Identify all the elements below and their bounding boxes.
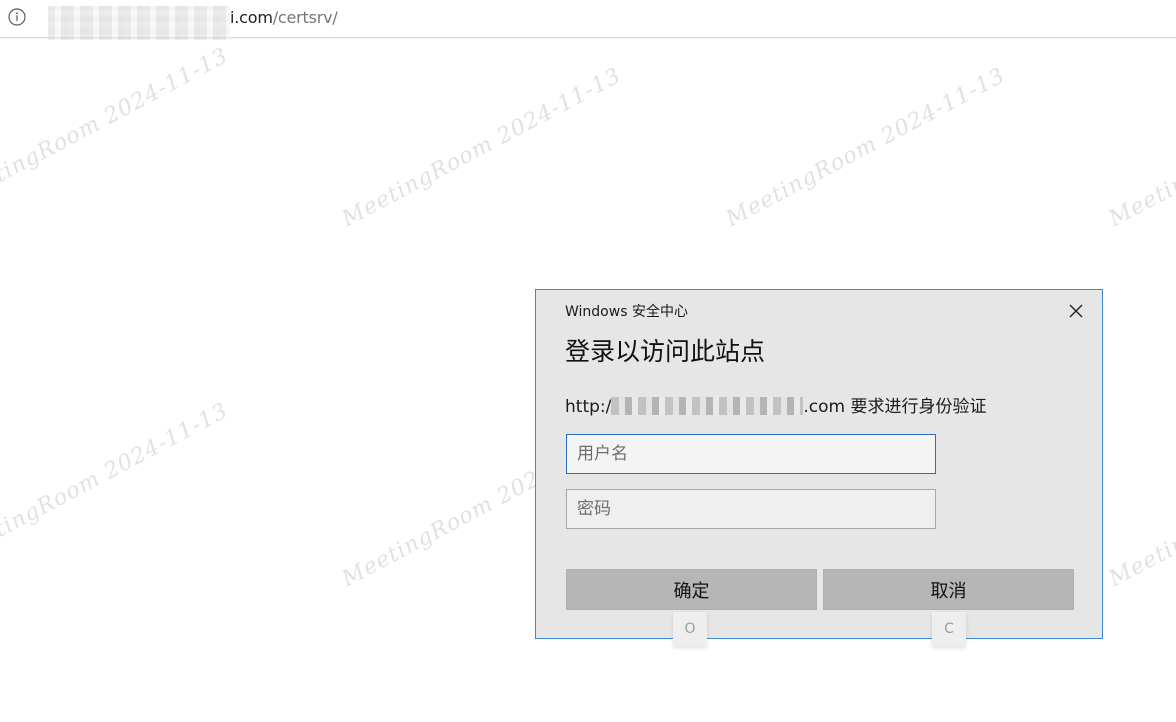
close-button[interactable] xyxy=(1064,300,1088,324)
url-path: /certsrv/ xyxy=(272,8,338,27)
password-input[interactable] xyxy=(566,489,936,529)
dialog-title: 登录以访问此站点 xyxy=(565,337,766,366)
url-redacted-region xyxy=(48,6,230,40)
info-circle-icon[interactable] xyxy=(8,8,26,26)
close-icon xyxy=(1069,303,1083,322)
cancel-button[interactable]: 取消 xyxy=(823,569,1074,610)
watermark: MeetingRoom 2024-11-13 xyxy=(0,398,233,568)
ok-accesskey-hint: O xyxy=(673,612,707,646)
ok-button[interactable]: 确定 xyxy=(566,569,817,610)
watermark: MeetingRoom 2024-11-13 xyxy=(1105,63,1176,233)
watermark: MeetingRoom 2024-11-13 xyxy=(722,63,1010,233)
watermark: MeetingRoom 2024-11-13 xyxy=(338,63,626,233)
message-prefix: http:/ xyxy=(565,397,612,417)
host-redacted-region xyxy=(611,397,804,415)
page: i.com/certsrv/ MeetingRoom 2024-11-13 Me… xyxy=(0,0,1176,722)
address-bar[interactable]: i.com/certsrv/ xyxy=(0,0,1176,40)
dialog-caption: Windows 安全中心 xyxy=(565,304,688,320)
watermark: MeetingRoom 2024-11-13 xyxy=(1105,423,1176,593)
dialog-message: http:/ .com 要求进行身份验证 xyxy=(565,392,986,417)
message-suffix: .com 要求进行身份验证 xyxy=(803,397,987,417)
cancel-accesskey-hint: C xyxy=(932,612,966,646)
username-input[interactable] xyxy=(566,434,936,474)
watermark: MeetingRoom 2024-11-13 xyxy=(0,43,233,213)
url-text[interactable]: i.com/certsrv/ xyxy=(230,8,338,27)
credential-dialog: Windows 安全中心 登录以访问此站点 http:/ .com 要求进行身份验… xyxy=(535,289,1103,646)
url-domain: i.com xyxy=(230,8,273,27)
